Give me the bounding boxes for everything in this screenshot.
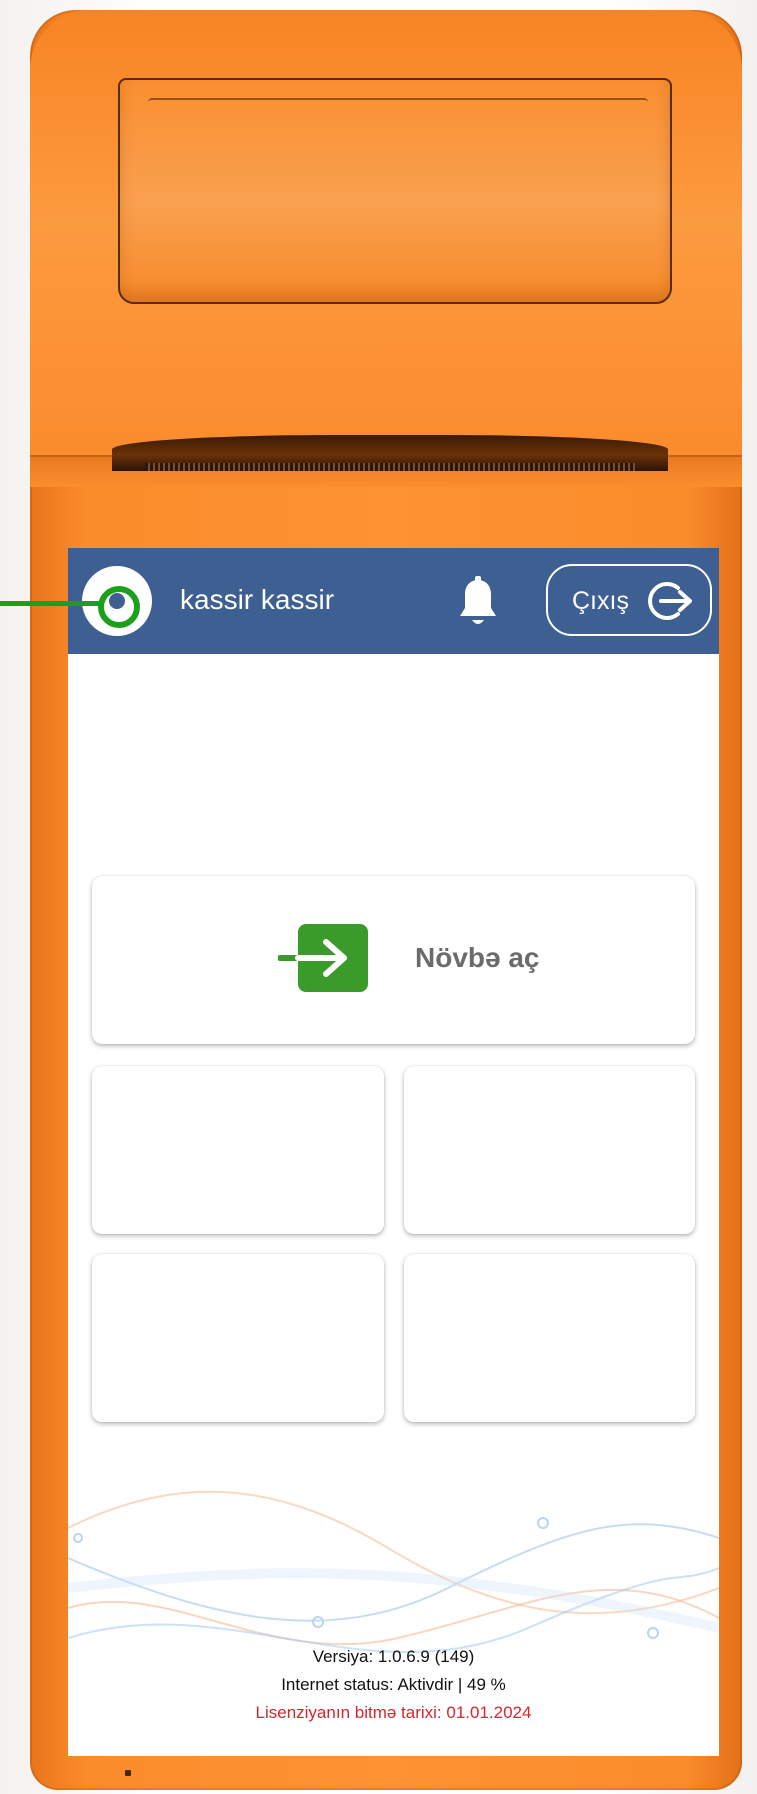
device-led bbox=[125, 1770, 131, 1776]
logout-arrow-icon bbox=[648, 582, 692, 620]
paper-cutter bbox=[145, 463, 635, 471]
open-shift-label: Növbə aç bbox=[415, 942, 540, 973]
open-shift-card[interactable]: Növbə aç bbox=[92, 876, 695, 1044]
stage: kassir kassir Çıxış Növbə aç Versiya: 1.… bbox=[0, 0, 757, 1794]
bell-icon[interactable] bbox=[454, 576, 502, 630]
menu-tile[interactable] bbox=[404, 1254, 695, 1422]
license-expiry: Lisenziyanın bitmə tarixi: 01.01.2024 bbox=[255, 1703, 532, 1722]
enter-arrow-icon bbox=[278, 924, 368, 992]
menu-tile[interactable] bbox=[404, 1066, 695, 1234]
menu-tile[interactable] bbox=[92, 1254, 384, 1422]
app-screen: kassir kassir Çıxış Növbə aç Versiya: 1.… bbox=[68, 548, 719, 1756]
logout-button[interactable]: Çıxış bbox=[546, 564, 712, 636]
pointer-ring-annotation bbox=[98, 586, 140, 628]
printer-lid bbox=[118, 78, 672, 304]
header-bar: kassir kassir Çıxış bbox=[68, 548, 719, 654]
username-label: kassir kassir bbox=[180, 584, 335, 615]
pointer-line-annotation bbox=[0, 601, 100, 606]
printer-lid-edge bbox=[148, 98, 648, 106]
logout-label: Çıxış bbox=[572, 587, 629, 615]
app-version: Versiya: 1.0.6.9 (149) bbox=[312, 1647, 475, 1666]
internet-status: Internet status: Aktivdir | 49 % bbox=[281, 1675, 506, 1694]
menu-tile[interactable] bbox=[92, 1066, 384, 1234]
